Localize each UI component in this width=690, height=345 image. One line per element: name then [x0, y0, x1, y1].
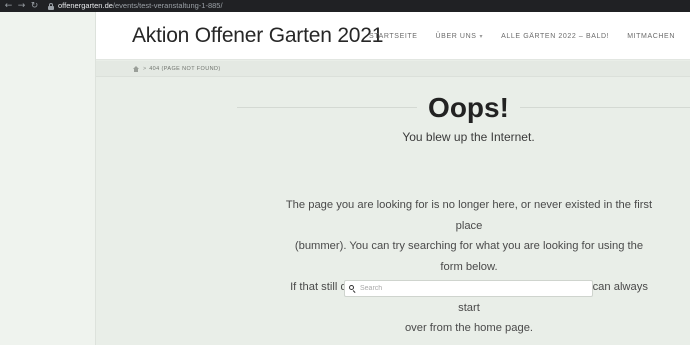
divider-left: [237, 107, 417, 108]
site-title[interactable]: Aktion Offener Garten 2021: [132, 24, 383, 48]
divider-right: [520, 107, 690, 108]
home-icon[interactable]: [133, 65, 139, 72]
nav-item-label: STARTSEITE: [369, 32, 418, 40]
url-domain: offenergarten.de: [58, 1, 113, 10]
search-input[interactable]: [360, 281, 580, 296]
breadcrumb: > 404 (PAGE NOT FOUND): [96, 61, 690, 77]
search-form: [344, 280, 593, 297]
error-message-line: The page you are looking for is no longe…: [285, 199, 653, 232]
breadcrumb-separator: >: [143, 65, 147, 72]
nav-item-label: MITMACHEN: [627, 32, 675, 40]
page-subtitle: You blew up the Internet.: [402, 130, 535, 144]
site-header: Aktion Offener Garten 2021 STARTSEITE ÜB…: [96, 12, 690, 60]
back-arrow-icon[interactable]: ←: [2, 0, 15, 12]
browser-toolbar: ← → ↻ offenergarten.de/events/test-veran…: [0, 0, 690, 12]
breadcrumb-current: 404 (PAGE NOT FOUND): [149, 65, 221, 72]
address-bar[interactable]: offenergarten.de/events/test-veranstaltu…: [58, 0, 223, 12]
main-nav: STARTSEITE ÜBER UNS ▾ ALLE GÄRTEN 2022 – …: [369, 12, 690, 60]
nav-item-startseite[interactable]: STARTSEITE: [369, 33, 418, 40]
chevron-down-icon: ▾: [479, 33, 484, 40]
search-icon: [349, 285, 356, 292]
page-title: Oops!: [428, 92, 509, 123]
nav-item-label: ÜBER UNS: [435, 32, 477, 40]
error-message-line: over from the home page.: [404, 322, 534, 334]
forward-arrow-icon[interactable]: →: [15, 0, 28, 12]
url-path: /events/test-veranstaltung-1-885/: [112, 1, 223, 10]
error-message-line: (bummer). You can try searching for what…: [294, 240, 644, 273]
lock-icon[interactable]: [48, 2, 54, 10]
reload-icon[interactable]: ↻: [28, 0, 41, 12]
error-message: The page you are looking for is no longe…: [285, 195, 653, 339]
nav-item-label: ALLE GÄRTEN 2022 – BALD!: [501, 32, 610, 40]
nav-item-alle-gaerten[interactable]: ALLE GÄRTEN 2022 – BALD!: [501, 33, 609, 40]
left-margin: [0, 12, 96, 345]
nav-item-mitmachen[interactable]: MITMACHEN: [627, 33, 675, 40]
nav-item-ueber-uns[interactable]: ÜBER UNS ▾: [436, 33, 484, 40]
